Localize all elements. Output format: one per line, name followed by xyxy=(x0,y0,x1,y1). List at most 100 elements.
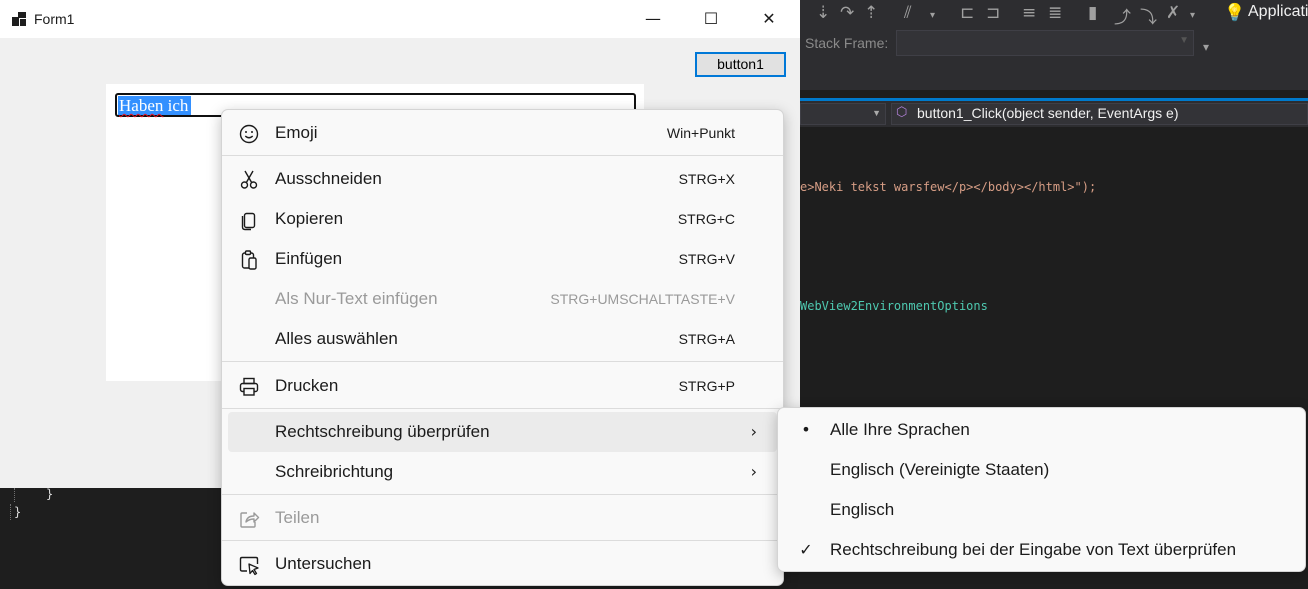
minimize-icon: — xyxy=(645,9,661,28)
menu-item-shortcut: STRG+A xyxy=(678,331,735,347)
minimize-button[interactable]: — xyxy=(624,0,682,38)
misspelled-word: Haben xyxy=(119,96,164,115)
step-over-icon[interactable]: ⇣ xyxy=(816,3,830,23)
submenu-item-check-while-typing[interactable]: ✓ Rechtschreibung bei der Eingabe von Te… xyxy=(784,530,1299,570)
lightbulb-icon[interactable]: 💡 xyxy=(1224,3,1245,23)
checkmark-icon: ✓ xyxy=(799,540,813,559)
scissors-icon xyxy=(240,170,258,189)
code-brace: } xyxy=(14,505,22,519)
submenu-item-all-languages[interactable]: • Alle Ihre Sprachen xyxy=(784,410,1299,450)
menu-item-label: Einfügen xyxy=(275,249,343,268)
outline-icon[interactable]: ⊏ xyxy=(960,3,974,23)
smiley-icon xyxy=(239,124,259,144)
menu-item-shortcut: Win+Punkt xyxy=(666,125,735,141)
ide-toolbar: ⇣ ↷ ⇡ ⫽ ▾ ⊏ ⊐ ≡ ≣ ▮ ⤴ ⤵ ✗ ▾ 💡 xyxy=(800,0,1308,30)
selected-text: Haben ich xyxy=(118,96,192,115)
submenu-item-label: Englisch (Vereinigte Staaten) xyxy=(830,460,1050,479)
comment-icon[interactable]: ≣ xyxy=(1048,3,1062,23)
menu-item-cut[interactable]: Ausschneiden STRG+X xyxy=(228,159,777,199)
maximize-button[interactable]: ☐ xyxy=(682,0,740,38)
share-icon xyxy=(240,512,260,528)
menu-item-inspect[interactable]: Untersuchen xyxy=(228,544,777,584)
indent-icon[interactable]: ≡ xyxy=(1022,3,1036,23)
menu-item-spellcheck[interactable]: Rechtschreibung überprüfen › xyxy=(228,412,777,452)
menu-item-label: Teilen xyxy=(275,508,320,527)
code-line: e>Neki tekst warsfew</p></body></html>")… xyxy=(800,180,1097,194)
menu-item-label: Emoji xyxy=(275,123,318,142)
chevron-down-icon: ▼ xyxy=(1179,35,1189,46)
menu-item-shortcut: STRG+P xyxy=(678,378,735,394)
app-icon xyxy=(12,12,26,26)
printer-icon xyxy=(239,377,259,396)
menu-item-select-all[interactable]: Alles auswählen STRG+A xyxy=(228,319,777,359)
method-signature: button1_Click(object sender, EventArgs e… xyxy=(917,105,1179,121)
dropdown-arrow-icon[interactable]: ▾ xyxy=(930,10,935,21)
indent-guide xyxy=(14,488,15,502)
code-editor-lower[interactable] xyxy=(0,488,221,589)
toolbar-overflow-icon[interactable]: ▾ xyxy=(1203,40,1209,54)
redo-icon[interactable]: ↷ xyxy=(840,3,854,23)
submenu-item-english-us[interactable]: Englisch (Vereinigte Staaten) xyxy=(784,450,1299,490)
menu-item-paste-plain-text[interactable]: Als Nur-Text einfügen STRG+UMSCHALTTASTE… xyxy=(228,279,777,319)
window-title: Form1 xyxy=(34,11,75,27)
context-menu: Emoji Win+Punkt Ausschneiden STRG+X Kopi… xyxy=(221,109,784,586)
bookmark-icon[interactable]: ▮ xyxy=(1088,3,1097,23)
menu-separator xyxy=(222,408,783,409)
menu-item-share[interactable]: Teilen xyxy=(228,498,777,538)
hatch-icon[interactable]: ⫽ xyxy=(904,3,912,23)
prev-bookmark-icon[interactable]: ⤴ xyxy=(1114,3,1131,28)
menu-item-label: Untersuchen xyxy=(275,554,372,573)
member-scope-dropdown[interactable]: ▼ xyxy=(800,103,886,125)
code-brace: } xyxy=(46,487,54,501)
ide-app-label[interactable]: Applicati xyxy=(1248,3,1308,21)
selected-text-rest: ich xyxy=(163,96,189,115)
chevron-right-icon: › xyxy=(750,422,757,441)
menu-item-label: Rechtschreibung überprüfen xyxy=(275,422,490,441)
paste-icon xyxy=(241,250,257,270)
menu-item-label: Drucken xyxy=(275,376,339,395)
menu-item-shortcut: STRG+X xyxy=(678,171,735,187)
menu-item-shortcut: STRG+UMSCHALTTASTE+V xyxy=(550,291,735,307)
menu-item-print[interactable]: Drucken STRG+P xyxy=(228,366,777,406)
menu-item-label: Alles auswählen xyxy=(275,329,398,348)
step-out-icon[interactable]: ⇡ xyxy=(864,3,878,23)
button1[interactable]: button1 xyxy=(695,52,786,77)
close-button[interactable]: ✕ xyxy=(740,0,798,38)
method-icon: ⬡ xyxy=(896,104,908,119)
menu-separator xyxy=(222,494,783,495)
stack-frame-label: Stack Frame: xyxy=(805,35,889,51)
clear-bookmark-icon[interactable]: ✗ xyxy=(1166,3,1180,23)
maximize-icon: ☐ xyxy=(703,9,719,28)
spellcheck-submenu: • Alle Ihre Sprachen Englisch (Vereinigt… xyxy=(777,407,1306,572)
menu-item-emoji[interactable]: Emoji Win+Punkt xyxy=(228,113,777,153)
code-line: WebView2EnvironmentOptions xyxy=(800,299,988,313)
submenu-item-label: Rechtschreibung bei der Eingabe von Text… xyxy=(830,540,1237,559)
stack-frame-dropdown[interactable]: ▼ xyxy=(896,30,1194,56)
submenu-item-english[interactable]: Englisch xyxy=(784,490,1299,530)
chevron-down-icon: ▼ xyxy=(872,108,881,118)
menu-item-label: Ausschneiden xyxy=(275,169,382,188)
menu-item-label: Kopieren xyxy=(275,209,344,228)
menu-item-writing-direction[interactable]: Schreibrichtung › xyxy=(228,452,777,492)
chevron-right-icon: › xyxy=(750,462,757,481)
inspect-icon xyxy=(239,556,259,576)
menu-item-shortcut: STRG+V xyxy=(678,251,735,267)
submenu-item-label: Alle Ihre Sprachen xyxy=(830,420,970,439)
menu-separator xyxy=(222,155,783,156)
close-icon: ✕ xyxy=(762,9,776,28)
menu-item-copy[interactable]: Kopieren STRG+C xyxy=(228,199,777,239)
next-bookmark-icon[interactable]: ⤵ xyxy=(1140,3,1157,28)
dropdown-arrow-icon[interactable]: ▾ xyxy=(1190,10,1195,21)
menu-separator xyxy=(222,361,783,362)
copy-icon xyxy=(241,212,256,231)
indent-guide xyxy=(10,504,11,520)
menu-separator xyxy=(222,540,783,541)
submenu-item-label: Englisch xyxy=(830,500,895,519)
title-bar[interactable]: Form1 — ☐ ✕ xyxy=(0,0,800,38)
bullet-icon: • xyxy=(801,420,811,439)
menu-item-label: Schreibrichtung xyxy=(275,462,394,481)
menu-item-shortcut: STRG+C xyxy=(677,211,735,227)
menu-item-paste[interactable]: Einfügen STRG+V xyxy=(228,239,777,279)
outline2-icon[interactable]: ⊐ xyxy=(986,3,1000,23)
menu-item-label: Als Nur-Text einfügen xyxy=(275,289,438,308)
